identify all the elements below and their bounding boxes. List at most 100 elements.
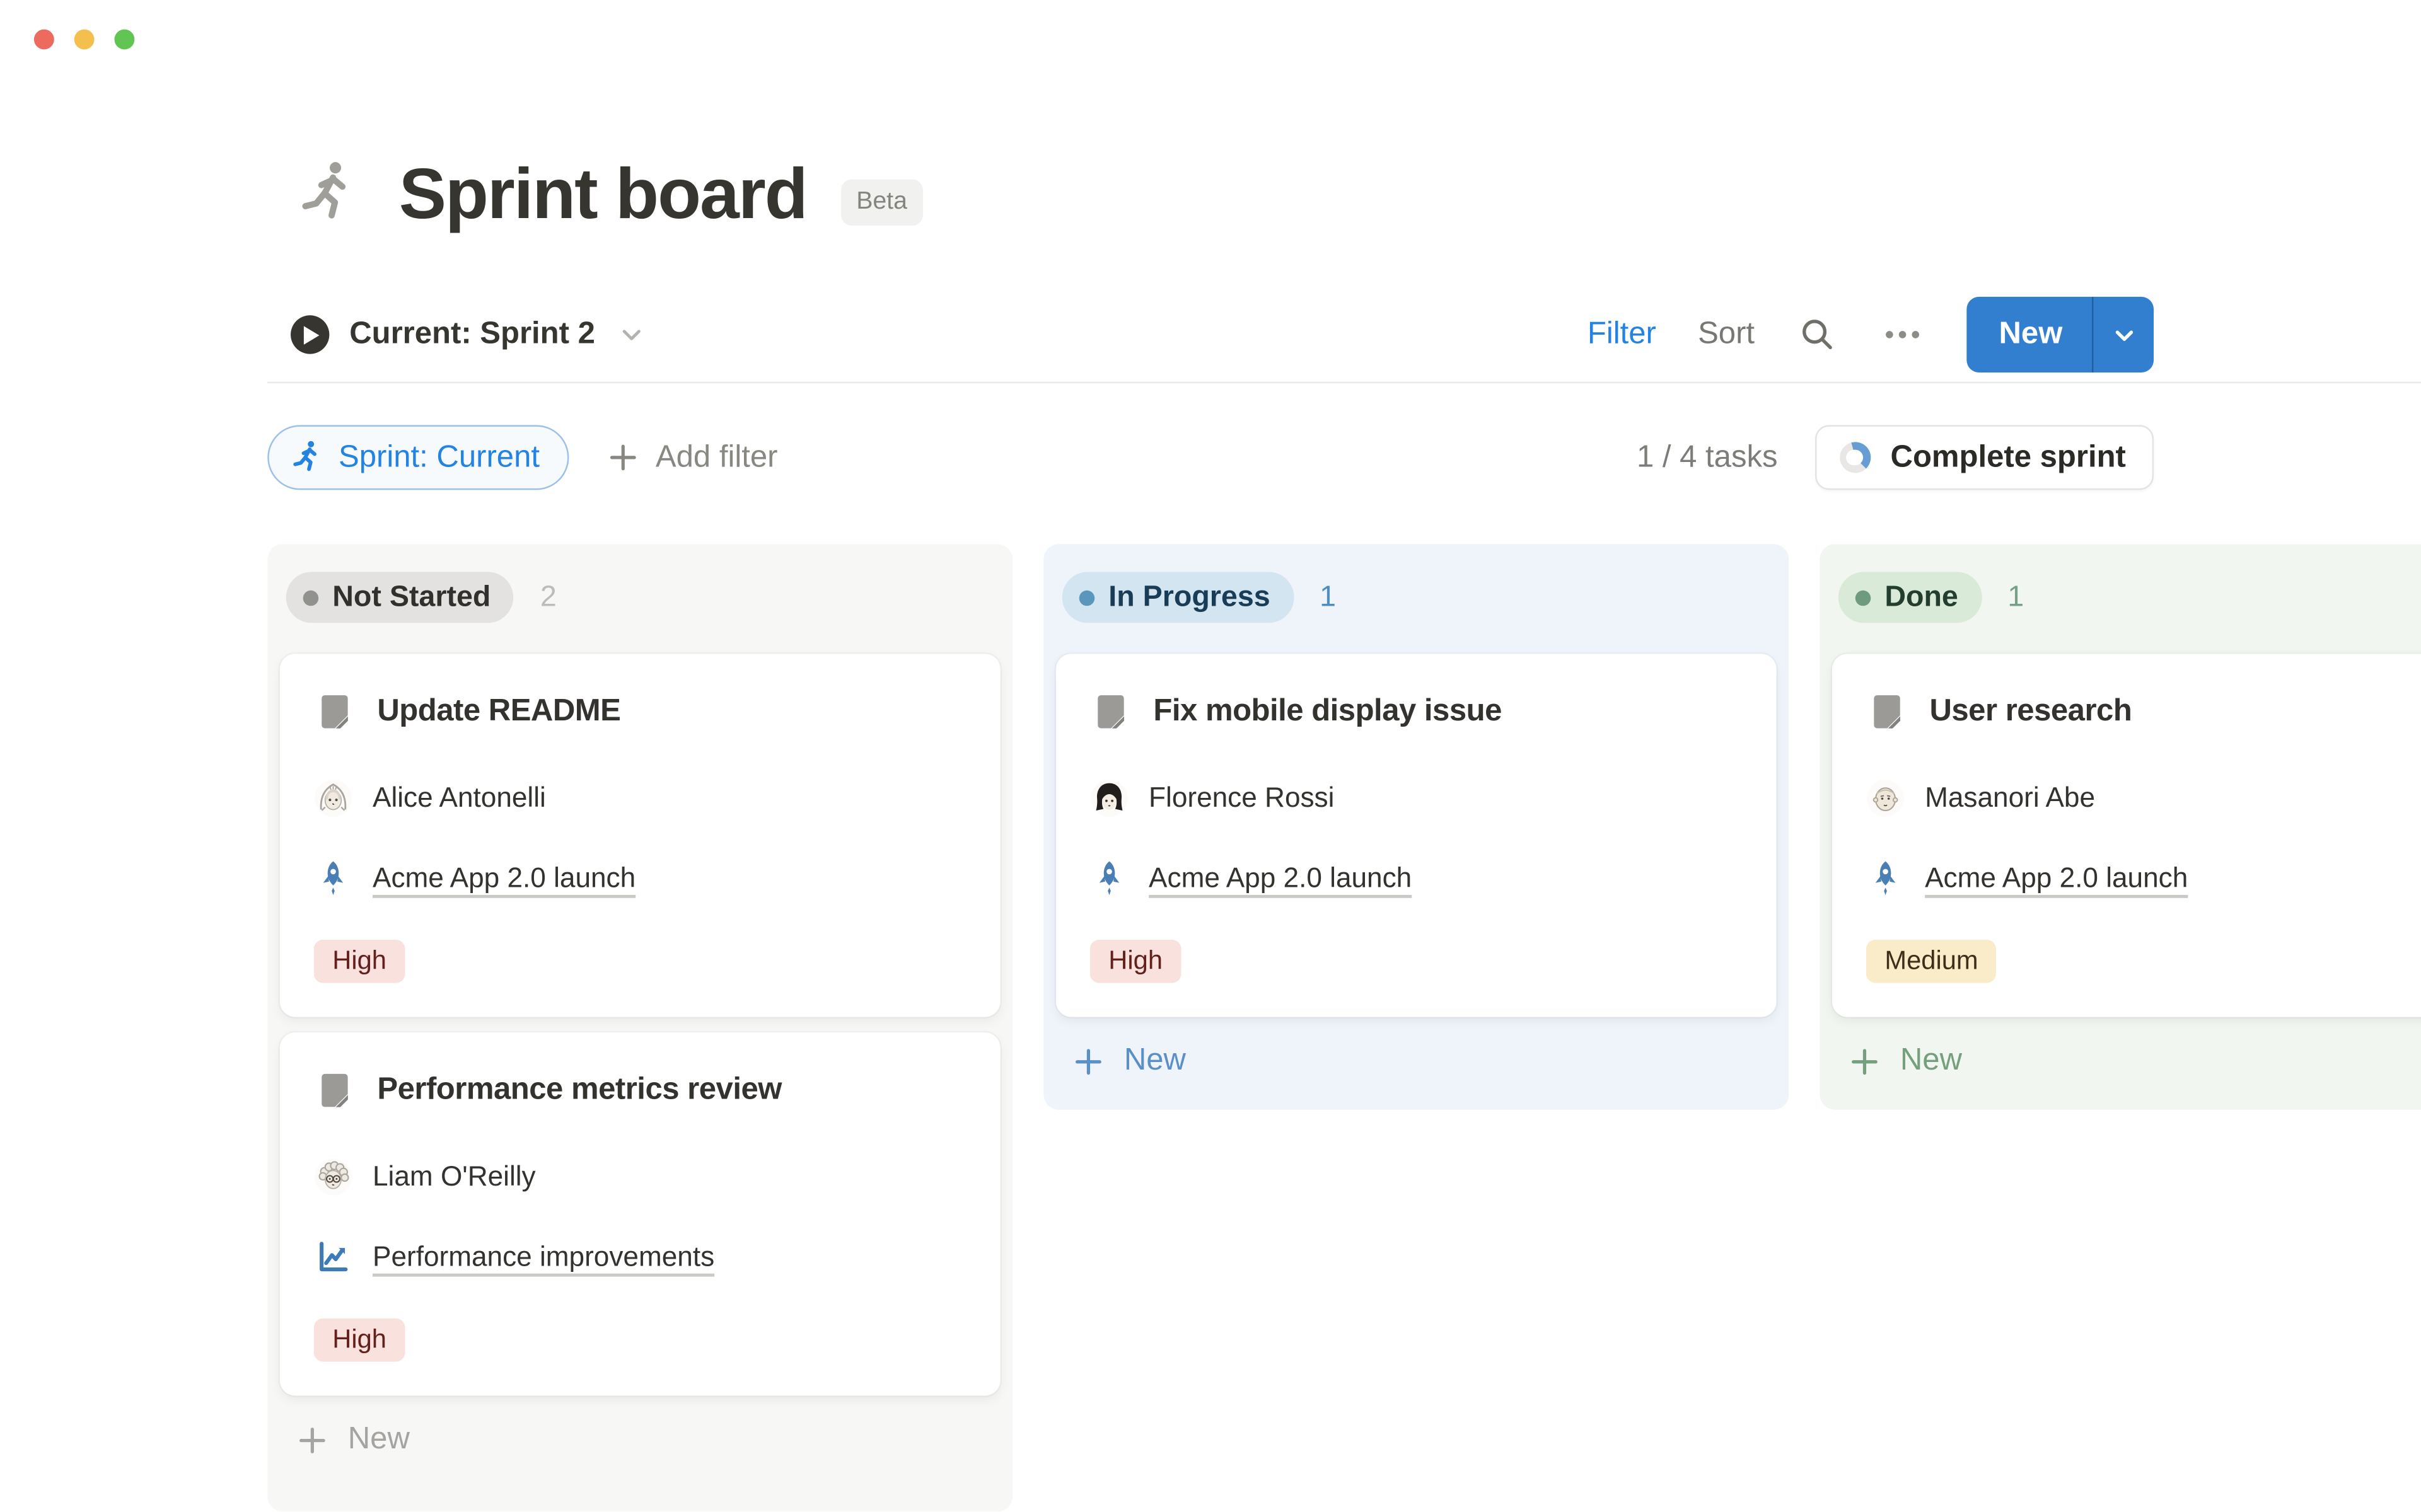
chevron-down-icon — [2111, 322, 2136, 347]
filter-bar-right: 1 / 4 tasks Complete sprint — [1637, 425, 2154, 490]
card-list: Update README Alice Antonelli Acme App 2… — [280, 654, 1001, 1395]
page-icon — [1090, 691, 1132, 732]
sprint-filter-label: Sprint: Current — [339, 440, 540, 475]
add-filter-label: Add filter — [656, 440, 778, 475]
search-icon[interactable] — [1796, 313, 1840, 357]
view-selector-label: Current: Sprint 2 — [349, 317, 595, 352]
view-toolbar: Current: Sprint 2 Filter Sort New — [291, 297, 2154, 372]
project-link[interactable]: Acme App 2.0 launch — [1925, 862, 2188, 894]
column-not-started: Not Started 2 Update README — [267, 544, 1013, 1512]
rocket-icon — [1090, 858, 1129, 899]
runner-icon — [294, 154, 359, 232]
filter-button[interactable]: Filter — [1588, 317, 1656, 352]
tasks-summary: 1 / 4 tasks — [1637, 440, 1778, 475]
task-card[interactable]: User research Masanori Abe Acme App 2.0 … — [1832, 654, 2421, 1017]
sort-button[interactable]: Sort — [1698, 317, 1755, 352]
project-link[interactable]: Acme App 2.0 launch — [373, 862, 636, 894]
status-pill-done[interactable]: Done — [1838, 572, 1982, 623]
add-filter-button[interactable]: Add filter — [608, 440, 778, 475]
priority-badge: High — [314, 940, 405, 983]
avatar — [1866, 779, 1905, 817]
plus-icon — [1849, 1046, 1880, 1076]
priority-badge: High — [1090, 940, 1181, 983]
rocket-icon — [1866, 858, 1905, 899]
column-header: Done 1 — [1838, 572, 2421, 623]
column-count: 1 — [1320, 580, 1336, 615]
rocket-icon — [314, 858, 352, 899]
complete-sprint-label: Complete sprint — [1891, 440, 2126, 475]
new-card-label: New — [1900, 1043, 1962, 1078]
new-card-label: New — [1124, 1043, 1186, 1078]
sprint-filter-pill[interactable]: Sprint: Current — [267, 425, 569, 490]
page-icon — [314, 1070, 356, 1111]
new-dropdown-button[interactable] — [2092, 297, 2154, 372]
card-title: Fix mobile display issue — [1153, 691, 1501, 732]
card-title: Performance metrics review — [377, 1070, 782, 1111]
assignee-name: Florence Rossi — [1149, 782, 1334, 814]
avatar — [1090, 779, 1129, 817]
card-title: Update README — [377, 691, 620, 732]
progress-ring-icon — [1840, 442, 1871, 473]
runner-icon — [289, 439, 323, 476]
page-title[interactable]: Sprint board — [399, 158, 807, 229]
view-selector[interactable]: Current: Sprint 2 — [291, 315, 644, 354]
avatar — [314, 779, 352, 817]
column-count: 2 — [540, 580, 557, 615]
column-header: In Progress 1 — [1062, 572, 1777, 623]
status-dot-icon — [1855, 590, 1871, 606]
filter-bar: Sprint: Current Add filter 1 / 4 tasks C… — [267, 424, 2154, 492]
column-count: 1 — [2007, 580, 2024, 615]
assignee-name: Alice Antonelli — [373, 782, 546, 814]
beta-badge: Beta — [841, 179, 923, 226]
column-in-progress: In Progress 1 Fix mobile display issue — [1043, 544, 1789, 1110]
notion-window: Sprint board Beta Current: Sprint 2 Filt… — [0, 0, 2421, 1512]
status-dot-icon — [303, 590, 319, 606]
page-icon — [314, 691, 356, 732]
assignee-name: Liam O'Reilly — [373, 1161, 536, 1193]
window-controls — [34, 30, 134, 50]
new-card-button[interactable]: New — [1849, 1043, 1962, 1078]
plus-icon — [608, 442, 639, 473]
close-window-button[interactable] — [34, 30, 54, 50]
plus-icon — [297, 1424, 328, 1455]
toolbar-divider — [267, 382, 2421, 383]
task-card[interactable]: Update README Alice Antonelli Acme App 2… — [280, 654, 1001, 1017]
view-actions: Filter Sort New — [1588, 297, 2154, 372]
complete-sprint-button[interactable]: Complete sprint — [1814, 425, 2154, 490]
plus-icon — [1073, 1046, 1104, 1076]
card-title: User research — [1929, 691, 2132, 732]
assignee-name: Masanori Abe — [1925, 782, 2095, 814]
new-card-label: New — [348, 1422, 410, 1457]
status-pill-not-started[interactable]: Not Started — [286, 572, 514, 623]
page-header: Sprint board Beta — [294, 146, 923, 241]
status-label: Not Started — [332, 580, 491, 615]
play-icon — [291, 315, 329, 354]
status-label: In Progress — [1108, 580, 1270, 615]
project-link[interactable]: Acme App 2.0 launch — [1149, 862, 1412, 894]
zoom-window-button[interactable] — [114, 30, 134, 50]
kanban-board: Not Started 2 Update README — [267, 544, 2421, 1512]
screen: Sprint board Beta Current: Sprint 2 Filt… — [0, 0, 2421, 1512]
new-button-group: New — [1966, 297, 2154, 372]
project-link[interactable]: Performance improvements — [373, 1241, 714, 1273]
priority-badge: Medium — [1866, 940, 1997, 983]
status-pill-in-progress[interactable]: In Progress — [1062, 572, 1294, 623]
chart-increasing-icon — [314, 1237, 352, 1278]
ellipsis-icon[interactable] — [1881, 313, 1925, 357]
status-label: Done — [1884, 580, 1958, 615]
column-header: Not Started 2 — [286, 572, 1001, 623]
column-done: Done 1 User research — [1820, 544, 2421, 1110]
card-list: User research Masanori Abe Acme App 2.0 … — [1832, 654, 2421, 1017]
avatar — [314, 1158, 352, 1196]
card-list: Fix mobile display issue Florence Rossi … — [1056, 654, 1777, 1017]
chevron-down-icon — [618, 321, 645, 348]
task-card[interactable]: Fix mobile display issue Florence Rossi … — [1056, 654, 1777, 1017]
page-icon — [1866, 691, 1908, 732]
new-card-button[interactable]: New — [297, 1422, 410, 1457]
new-button[interactable]: New — [1966, 297, 2092, 372]
task-card[interactable]: Performance metrics review Liam O'Reilly… — [280, 1032, 1001, 1395]
minimize-window-button[interactable] — [74, 30, 95, 50]
priority-badge: High — [314, 1319, 405, 1362]
status-dot-icon — [1079, 590, 1095, 606]
new-card-button[interactable]: New — [1073, 1043, 1186, 1078]
